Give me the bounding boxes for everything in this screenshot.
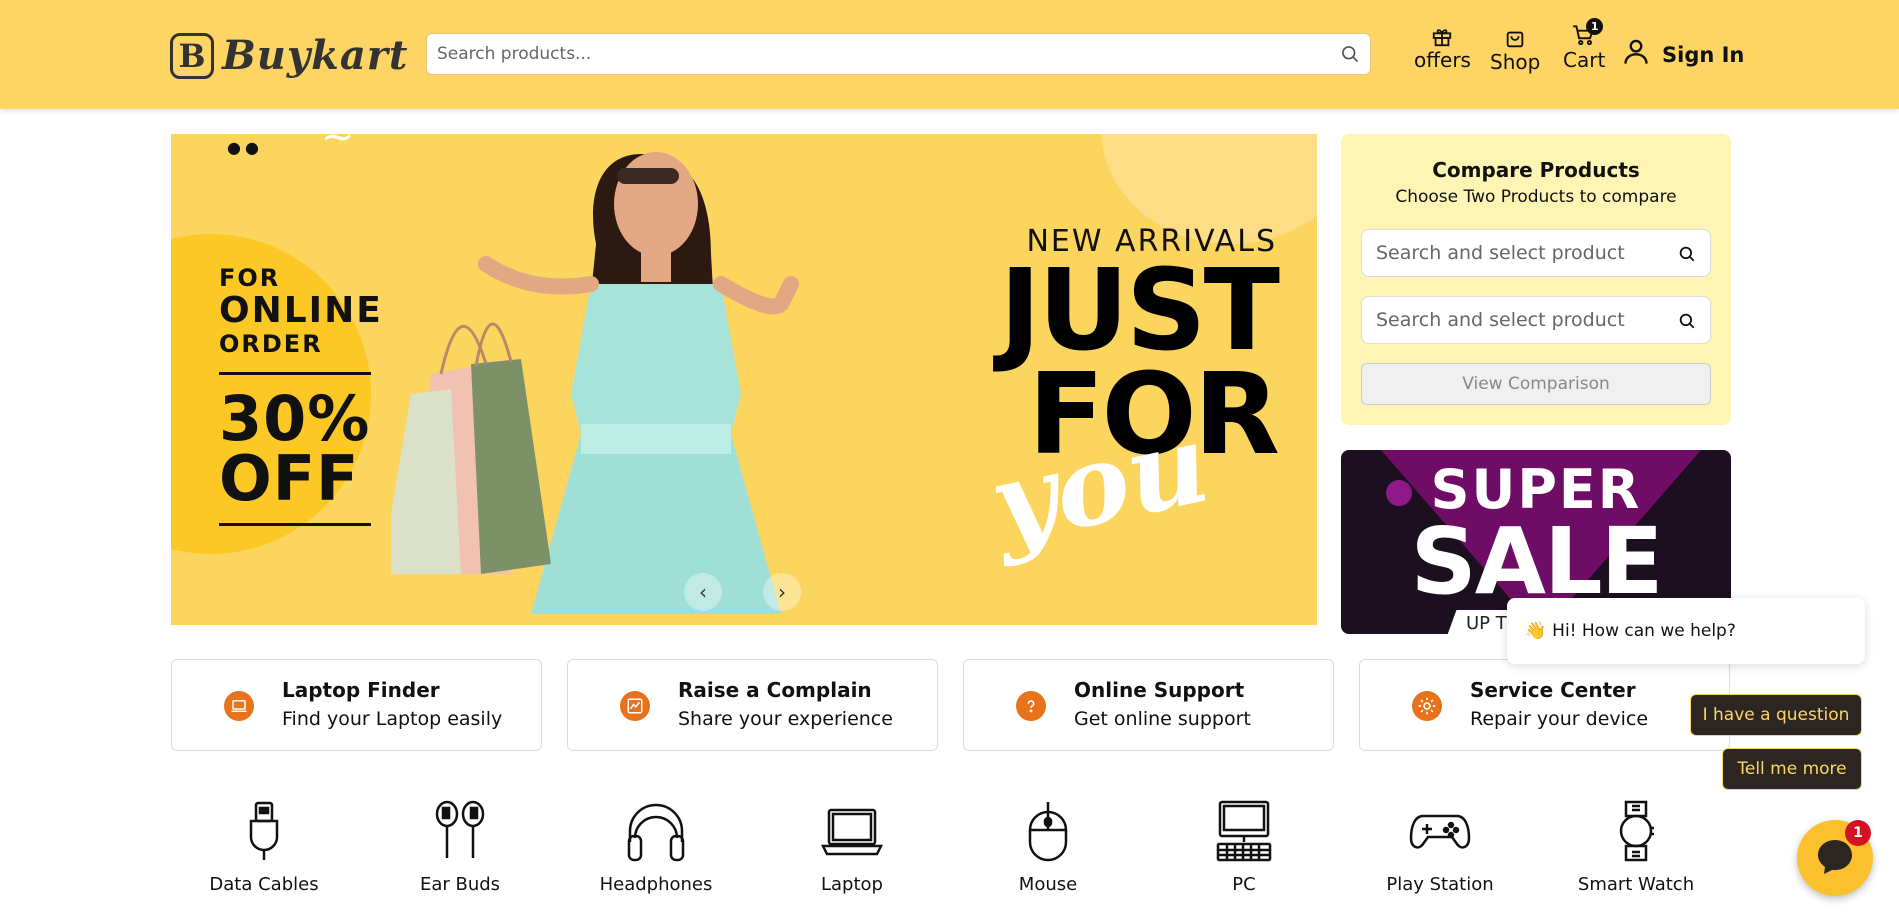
feature-title: Raise a Complain	[678, 678, 872, 702]
nav-shop[interactable]: Shop	[1490, 28, 1540, 74]
chat-greeting-text: Hi! How can we help?	[1552, 621, 1736, 641]
feature-subtitle: Share your experience	[678, 708, 893, 730]
view-comparison-button[interactable]: View Comparison	[1361, 363, 1711, 405]
search-input[interactable]	[427, 34, 1370, 74]
chat-unread-badge: 1	[1845, 820, 1871, 846]
category-play-station[interactable]: Play Station	[1360, 800, 1520, 895]
compare-input-1[interactable]	[1362, 230, 1710, 276]
feature-online-support[interactable]: Online Support Get online support	[963, 659, 1334, 751]
feature-raise-complain[interactable]: Raise a Complain Share your experience	[567, 659, 938, 751]
category-laptop[interactable]: Laptop	[772, 800, 932, 895]
question-icon	[1016, 691, 1046, 721]
feature-title: Service Center	[1470, 678, 1636, 702]
mouse-icon	[968, 800, 1128, 862]
category-label: Mouse	[1018, 874, 1078, 895]
search-icon[interactable]	[1678, 245, 1696, 267]
cart-icon: 1	[1571, 18, 1604, 48]
feature-laptop-finder[interactable]: Laptop Finder Find your Laptop easily	[171, 659, 542, 751]
site-header: B Buykart offers Shop 1 Cart Sign In	[0, 0, 1899, 109]
compare-subtitle: Choose Two Products to compare	[1395, 187, 1677, 207]
category-label: Data Cables	[209, 874, 319, 895]
gear-icon	[1412, 691, 1442, 721]
chat-greeting-bubble[interactable]: 👋 Hi! How can we help?	[1507, 598, 1865, 664]
category-smart-watch[interactable]: Smart Watch	[1556, 800, 1716, 895]
chevron-right-icon: ›	[778, 580, 786, 604]
sale-upto-text: UP T	[1466, 613, 1507, 634]
nav-offers-label: offers	[1414, 48, 1471, 72]
wave-icon: 👋	[1525, 621, 1547, 641]
earbuds-icon	[380, 800, 540, 862]
hero-offer-block: FOR ONLINE ORDER 30% OFF	[219, 264, 383, 540]
chat-option-tell-more[interactable]: Tell me more	[1722, 748, 1862, 790]
headphones-icon	[576, 800, 736, 862]
hero-decor-dots: ●●	[227, 138, 263, 157]
category-label: Laptop	[821, 874, 883, 895]
feature-subtitle: Find your Laptop easily	[282, 708, 503, 730]
hero-just: JUST	[999, 246, 1280, 376]
feature-title: Laptop Finder	[282, 678, 440, 702]
cart-count-badge: 1	[1586, 18, 1604, 35]
nav-shop-label: Shop	[1490, 50, 1541, 74]
carousel-next-button[interactable]: ›	[763, 573, 801, 611]
search-box	[426, 33, 1371, 75]
logo-badge: B	[170, 32, 214, 79]
category-ear-buds[interactable]: Ear Buds	[380, 800, 540, 895]
logo-text: Buykart	[222, 32, 409, 79]
category-label: Ear Buds	[419, 874, 501, 895]
sign-in-label: Sign In	[1662, 42, 1745, 67]
hero-model-image	[391, 152, 799, 614]
search-icon[interactable]	[1340, 44, 1360, 68]
hero-decor-swirl: ~	[321, 134, 355, 160]
bag-icon	[1504, 28, 1526, 50]
chevron-left-icon: ‹	[699, 580, 707, 604]
nav-cart-label: Cart	[1563, 48, 1606, 72]
offer-line2: ONLINE	[219, 290, 383, 331]
feature-subtitle: Repair your device	[1470, 708, 1649, 730]
logo[interactable]: B Buykart	[170, 32, 408, 79]
compare-input-2[interactable]	[1362, 297, 1710, 343]
cable-icon	[184, 800, 344, 862]
category-mouse[interactable]: Mouse	[968, 800, 1128, 895]
feature-subtitle: Get online support	[1074, 708, 1251, 730]
offer-divider	[219, 523, 371, 526]
pc-icon	[1164, 800, 1324, 862]
laptop-icon	[224, 691, 254, 721]
carousel-prev-button[interactable]: ‹	[684, 573, 722, 611]
compare-search-1	[1361, 229, 1711, 277]
hero-carousel[interactable]: ●● ~ FOR ONLINE ORDER 30% OFF NEW ARRIVA…	[171, 134, 1317, 625]
feature-service-center[interactable]: Service Center Repair your device	[1359, 659, 1730, 751]
offer-divider	[219, 372, 371, 375]
category-headphones[interactable]: Headphones	[576, 800, 736, 895]
category-label: Headphones	[599, 874, 713, 895]
chart-icon	[620, 691, 650, 721]
gift-icon	[1431, 26, 1453, 48]
offer-line3: ORDER	[219, 330, 323, 358]
category-label: PC	[1232, 874, 1256, 895]
category-data-cables[interactable]: Data Cables	[184, 800, 344, 895]
compare-products-panel: Compare Products Choose Two Products to …	[1341, 134, 1731, 425]
offer-line1: FOR	[219, 264, 281, 292]
sign-in-button[interactable]: Sign In	[1622, 37, 1744, 72]
compare-title: Compare Products	[1432, 158, 1640, 182]
feature-title: Online Support	[1074, 678, 1245, 702]
category-label: Play Station	[1386, 874, 1494, 895]
compare-search-2	[1361, 296, 1711, 344]
category-pc[interactable]: PC	[1164, 800, 1324, 895]
user-icon	[1622, 37, 1650, 72]
offer-percent: 30%	[219, 382, 371, 455]
search-icon[interactable]	[1678, 312, 1696, 334]
offer-off: OFF	[219, 442, 360, 515]
gamepad-icon	[1360, 800, 1520, 862]
nav-offers[interactable]: offers	[1414, 26, 1471, 72]
nav-cart[interactable]: 1 Cart	[1563, 18, 1606, 72]
laptop-icon	[772, 800, 932, 862]
category-label: Smart Watch	[1577, 874, 1695, 895]
watch-icon	[1556, 800, 1716, 862]
chat-option-question[interactable]: I have a question	[1690, 694, 1862, 736]
